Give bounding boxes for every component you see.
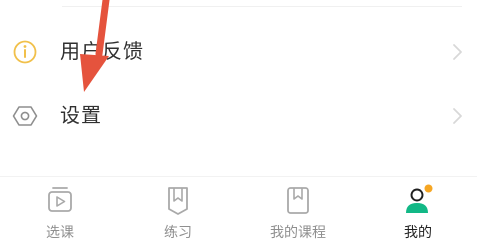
settings-menu: 用户反馈 设置: [0, 0, 477, 176]
my-courses-icon: [287, 187, 309, 214]
tab-label: 选课: [46, 225, 74, 241]
menu-item-label: 用户反馈: [60, 39, 144, 63]
video-course-icon: [48, 187, 72, 212]
menu-item-feedback[interactable]: 用户反馈: [0, 24, 477, 80]
menu-item-label: 设置: [60, 103, 102, 127]
tab-label: 我的: [404, 225, 432, 241]
info-icon: [13, 40, 37, 64]
tab-label: 我的课程: [270, 225, 326, 241]
settings-icon: [12, 106, 38, 126]
divider: [62, 6, 462, 7]
chevron-right-icon: [453, 108, 462, 124]
tab-courses[interactable]: 选课: [0, 177, 120, 247]
menu-item-settings[interactable]: 设置: [0, 88, 477, 144]
tab-label: 练习: [164, 225, 192, 241]
profile-icon: [406, 184, 433, 213]
tab-profile[interactable]: 我的: [358, 177, 477, 247]
tab-my-courses[interactable]: 我的课程: [238, 177, 358, 247]
practice-book-icon: [168, 187, 188, 215]
chevron-right-icon: [453, 44, 462, 60]
bottom-tab-bar: 选课 练习 我的课程 我的: [0, 176, 477, 247]
tab-practice[interactable]: 练习: [118, 177, 238, 247]
